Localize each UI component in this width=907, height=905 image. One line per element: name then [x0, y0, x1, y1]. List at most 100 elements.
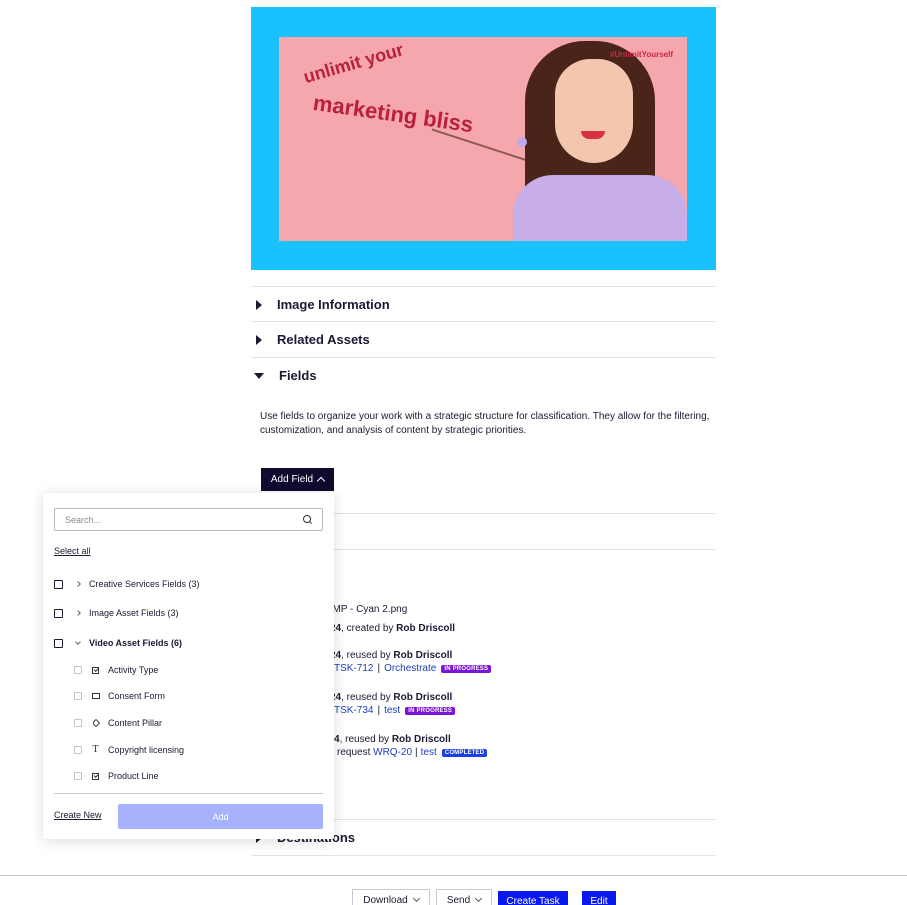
item-label: Activity Type [108, 665, 159, 675]
chevron-down-icon[interactable] [75, 638, 81, 645]
field-group-creative-services[interactable]: Creative Services Fields (3) [54, 579, 200, 589]
send-label: Send [446, 894, 471, 905]
item-checkbox[interactable] [74, 746, 82, 754]
field-group-video-asset[interactable]: Video Asset Fields (6) [54, 638, 182, 648]
fields-description: Use fields to organize your work with a … [260, 411, 710, 436]
checkbox-field-icon [91, 772, 100, 781]
shirt-shape [513, 175, 687, 241]
section-image-information[interactable]: Image Information [251, 286, 716, 322]
separator: | [415, 747, 418, 758]
image-glyph [91, 693, 100, 699]
field-item-activity-type[interactable]: Activity Type [74, 665, 158, 675]
status-badge: IN PROGRESS [405, 707, 456, 715]
download-label: Download [363, 894, 408, 905]
caret-down-icon [254, 372, 264, 379]
item-label: Copyright licensing [108, 745, 185, 755]
create-task-button[interactable]: Create Task [498, 891, 568, 905]
add-button[interactable]: Add [118, 804, 323, 829]
created-entry: 24, created by Rob Driscoll [330, 623, 455, 634]
usage-user: Rob Driscoll [391, 734, 451, 745]
panel-divider [54, 793, 323, 794]
section-fields[interactable]: Fields [251, 357, 716, 393]
headline-line-1: unlimit your [301, 39, 406, 88]
group-label: Video Asset Fields (6) [89, 638, 183, 648]
created-user: Rob Driscoll [396, 623, 456, 634]
create-new-link[interactable]: Create New [54, 810, 102, 820]
item-checkbox[interactable] [74, 772, 82, 780]
add-field-button[interactable]: Add Field [261, 468, 334, 491]
earring-shape [517, 137, 527, 147]
group-checkbox[interactable] [54, 579, 63, 589]
usage-entry: 24, reused by Rob Driscoll [330, 692, 452, 703]
group-label: Creative Services Fields (3) [89, 579, 200, 589]
item-label: Consent Form [108, 691, 166, 701]
group-checkbox[interactable] [54, 638, 63, 648]
status-badge: IN PROGRESS [441, 665, 492, 673]
text-field-icon: T [91, 744, 100, 755]
tag-glyph [91, 718, 100, 728]
field-search[interactable] [54, 508, 323, 531]
usage-entry: 24, reused by Rob Driscoll [330, 650, 452, 661]
asset-image: unlimit your marketing bliss #UnlimitYou… [279, 37, 687, 241]
usage-user: Rob Driscoll [393, 650, 453, 661]
image-hashtag: #UnlimitYourself [610, 50, 673, 59]
section-title: Fields [279, 368, 317, 383]
download-button[interactable]: Download [352, 889, 430, 905]
send-button[interactable]: Send [436, 889, 492, 905]
item-checkbox[interactable] [74, 719, 82, 727]
usage-action: , reused by [341, 650, 394, 661]
usage-ref-line: TSK-712 | Orchestrate IN PROGRESS [334, 663, 492, 674]
image-field-icon [91, 692, 100, 701]
project-link[interactable]: Orchestrate [384, 663, 436, 674]
check-glyph [92, 772, 99, 780]
section-title: Image Information [277, 297, 390, 312]
chevron-right-icon[interactable] [75, 581, 81, 587]
search-icon[interactable] [303, 515, 312, 524]
divider [251, 855, 716, 856]
project-link[interactable]: test [384, 705, 400, 716]
separator: | [377, 705, 381, 716]
item-label: Content Pillar [108, 718, 163, 728]
item-checkbox[interactable] [74, 692, 82, 700]
task-link[interactable]: TSK-712 [334, 663, 373, 674]
checkbox-field-icon [91, 666, 100, 675]
chevron-right-icon[interactable] [75, 610, 81, 616]
group-checkbox[interactable] [54, 608, 63, 618]
edit-button[interactable]: Edit [582, 891, 616, 905]
field-group-image-asset[interactable]: Image Asset Fields (3) [54, 608, 179, 618]
check-glyph [92, 666, 99, 674]
request-link[interactable]: WRQ-20 [373, 747, 412, 758]
project-link[interactable]: test [421, 747, 437, 758]
chevron-down-icon [475, 894, 483, 903]
edit-label: Edit [590, 895, 608, 905]
select-all-link[interactable]: Select all [54, 546, 91, 556]
field-item-copyright-licensing[interactable]: T Copyright licensing [74, 745, 184, 755]
created-action: , created by [341, 623, 397, 634]
search-input[interactable] [65, 514, 303, 525]
usage-action: , reused by [341, 692, 394, 703]
usage-prefix: request [337, 747, 374, 758]
add-field-label: Add Field [270, 474, 314, 485]
task-link[interactable]: TSK-734 [334, 705, 373, 716]
usage-ref-line: TSK-734 | test IN PROGRESS [334, 705, 456, 716]
image-headline: unlimit your marketing bliss [301, 39, 476, 137]
separator: | [377, 663, 381, 674]
field-item-product-line[interactable]: Product Line [74, 771, 159, 781]
section-related-assets[interactable]: Related Assets [251, 321, 716, 357]
field-item-content-pillar[interactable]: Content Pillar [74, 718, 162, 728]
group-label: Image Asset Fields (3) [89, 608, 179, 618]
chevron-up-icon [316, 476, 326, 486]
text-glyph: T [92, 744, 99, 755]
status-badge: COMPLETED [441, 749, 488, 757]
usage-ref-line: request WRQ-20 | test COMPLETED [337, 747, 488, 758]
toolbar-divider [0, 875, 907, 876]
create-task-label: Create Task [506, 895, 560, 905]
face-shape [555, 59, 633, 163]
field-item-consent-form[interactable]: Consent Form [74, 691, 165, 701]
caret-right-icon [256, 299, 262, 310]
usage-user: Rob Driscoll [393, 692, 453, 703]
caret-right-icon [256, 334, 262, 345]
model-photo [497, 37, 687, 241]
lips-shape [581, 131, 605, 139]
item-checkbox[interactable] [74, 666, 82, 674]
